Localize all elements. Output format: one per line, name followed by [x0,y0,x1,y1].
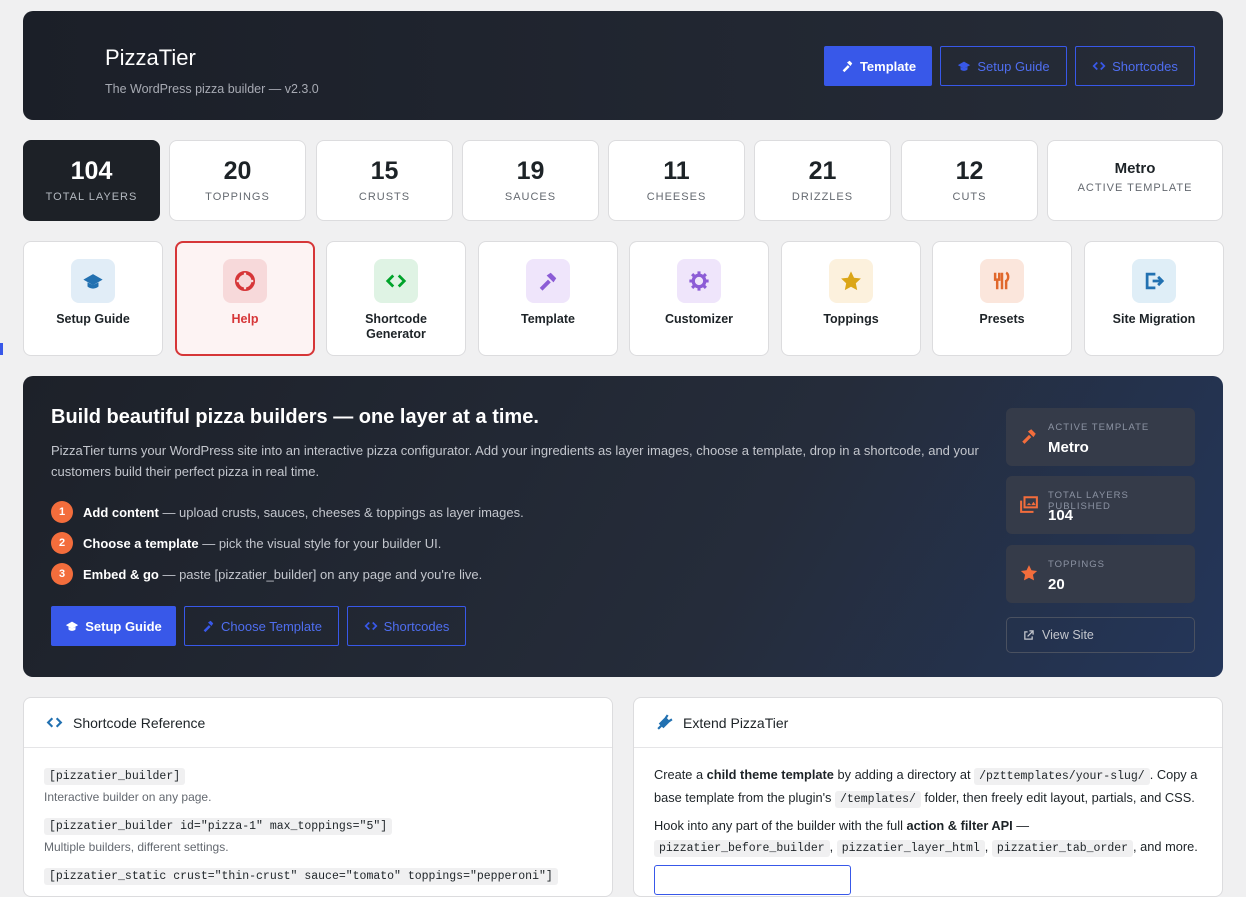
code-icon [46,717,63,728]
shortcode-item: [pizzatier_builder id="pizza-1" max_topp… [44,816,393,854]
hammer-icon [1022,429,1036,444]
tile-shortcode-generator[interactable]: Shortcode Generator [326,241,466,356]
shortcode-item: [pizzatier_builder] Interactive builder … [44,768,212,804]
hero-setup-guide-button[interactable]: Setup Guide [51,606,176,646]
plug-icon [657,714,673,730]
side-total-layers: TOTAL LAYERS PUBLISHED 104 [1006,476,1195,534]
header-setup-guide-button[interactable]: Setup Guide [940,46,1067,86]
side-toppings: TOPPINGS 20 [1006,545,1195,603]
code-icon [364,621,378,631]
extend-paragraph-2: Hook into any part of the builder with t… [654,818,1198,857]
sign-out-icon [1145,272,1165,290]
side-active-template: ACTIVE TEMPLATE Metro [1006,408,1195,466]
extend-button[interactable] [654,865,851,895]
shortcode-reference-card: Shortcode Reference [pizzatier_builder] … [23,697,613,897]
hammer-icon [203,620,214,633]
card-title: Extend PizzaTier [683,714,789,731]
step-3: 3 Embed & go — paste [pizzatier_builder] … [51,563,482,585]
page-header: PizzaTier The WordPress pizza builder — … [23,11,1223,120]
tile-toppings[interactable]: Toppings [781,241,921,356]
page-subtitle: The WordPress pizza builder — v2.3.0 [105,82,319,96]
header-shortcodes-button[interactable]: Shortcodes [1075,46,1195,86]
card-title: Shortcode Reference [73,714,206,731]
stat-crusts: 15 CRUSTS [316,140,453,221]
hammer-icon [842,60,853,73]
star-icon [841,271,861,291]
gear-icon [689,271,709,291]
graduation-cap-icon [958,61,971,71]
welcome-title: Build beautiful pizza builders — one lay… [51,406,539,428]
star-icon [1020,565,1038,581]
welcome-description: PizzaTier turns your WordPress site into… [51,443,979,479]
code-icon [385,274,407,288]
view-site-button[interactable]: View Site [1006,617,1195,653]
tile-setup-guide[interactable]: Setup Guide [23,241,163,356]
tile-help[interactable]: Help [175,241,315,356]
tile-customizer[interactable]: Customizer [629,241,769,356]
graduation-cap-icon [66,621,79,631]
hero-shortcodes-button[interactable]: Shortcodes [347,606,466,646]
tile-template[interactable]: Template [478,241,618,356]
stat-toppings: 20 TOPPINGS [169,140,306,221]
stat-sauces: 19 SAUCES [462,140,599,221]
welcome-panel: Build beautiful pizza builders — one lay… [23,376,1223,677]
tile-site-migration[interactable]: Site Migration [1084,241,1224,356]
code-icon [1092,61,1106,71]
stat-active-template: Metro ACTIVE TEMPLATE [1047,140,1223,221]
extend-paragraph-1: Create a child theme template by adding … [654,767,1198,808]
graduation-cap-icon [83,274,103,289]
stat-cuts: 12 CUTS [901,140,1038,221]
stat-cheeses: 11 CHEESES [608,140,745,221]
header-template-button[interactable]: Template [824,46,932,86]
images-icon [1020,496,1038,513]
stat-drizzles: 21 DRIZZLES [754,140,891,221]
lifebuoy-icon [234,270,256,292]
step-1: 1 Add content — upload crusts, sauces, ch… [51,501,524,523]
step-2: 2 Choose a template — pick the visual sty… [51,532,441,554]
hero-choose-template-button[interactable]: Choose Template [184,606,339,646]
hammer-icon [539,272,557,291]
tile-presets[interactable]: Presets [932,241,1072,356]
page-title: PizzaTier [105,45,196,70]
admin-edge-mark [0,343,3,355]
external-link-icon [1024,629,1034,640]
stat-total-layers: 104 TOTAL LAYERS [23,140,160,221]
shortcode-item: [pizzatier_static crust="thin-crust" sau… [44,866,558,885]
extend-card: Extend PizzaTier Create a child theme te… [633,697,1223,897]
utensils-icon [993,271,1010,290]
